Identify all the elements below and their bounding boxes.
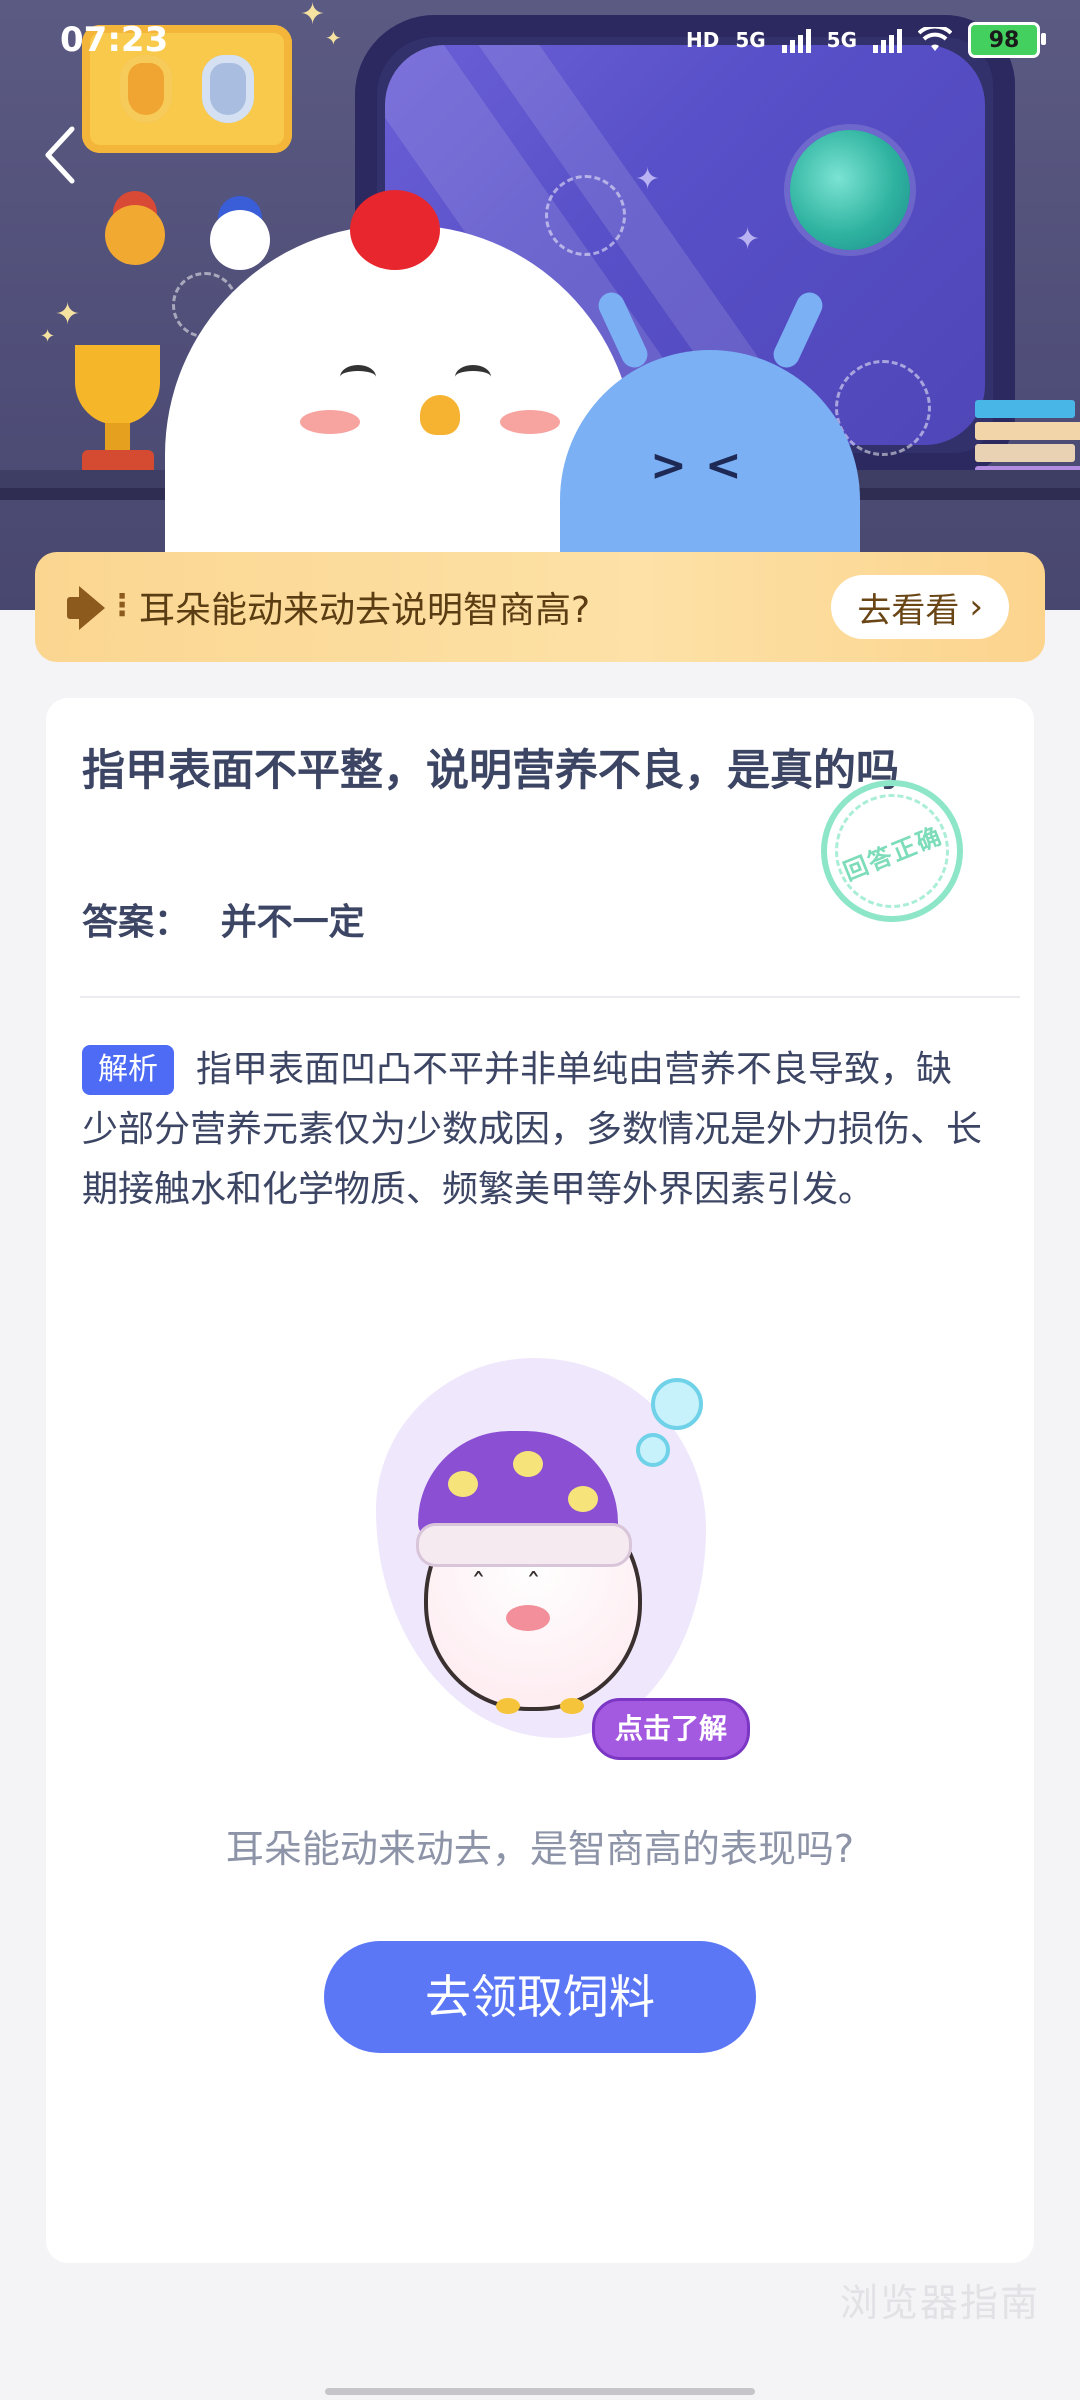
home-indicator[interactable]: [325, 2388, 755, 2395]
related-question[interactable]: 耳朵能动来动去，是智商高的表现吗?: [46, 1818, 1034, 1873]
status-time: 07:23: [60, 20, 169, 60]
header-illustration: ✦ ✦ ✦ ✦ ✦ ✦ ><: [0, 0, 1080, 610]
watermark: 浏览器指南: [839, 2281, 1040, 2325]
network-5g-1: 5G: [735, 28, 766, 52]
stamp-text: 回答正确: [839, 820, 947, 886]
answer-value: 并不一定: [220, 902, 365, 943]
analysis-tag: 解析: [82, 1045, 174, 1095]
trophy-illustration: [60, 345, 175, 485]
claim-feed-button[interactable]: 去领取饲料: [324, 1941, 756, 2053]
notice-text: 耳朵能动来动去说明智商高?: [139, 590, 591, 631]
signal-icon: [781, 27, 811, 53]
answer-label: 答案：: [82, 902, 191, 943]
answer-card: 指甲表面不平整，说明营养不良，是真的吗 回答正确 答案： 并不一定 解析 指甲表面…: [46, 698, 1034, 2263]
question-title: 指甲表面不平整，说明营养不良，是真的吗: [82, 746, 899, 796]
chevron-right-icon: ›: [969, 587, 983, 627]
megaphone-icon: ⋮: [67, 582, 137, 632]
analysis-text: 指甲表面凹凸不平并非单纯由营养不良导致，缺少部分营养元素仅为少数成因，多数情况是…: [82, 1049, 983, 1210]
hd-indicator: HD: [685, 28, 720, 52]
analysis-section: 解析 指甲表面凹凸不平并非单纯由营养不良导致，缺少部分营养元素仅为少数成因，多数情…: [82, 1040, 982, 1220]
planet-illustration: [790, 130, 910, 250]
learn-more-button[interactable]: 点击了解: [592, 1698, 751, 1760]
signal-icon-2: [873, 27, 902, 53]
chevron-left-icon: [45, 126, 75, 184]
back-button[interactable]: [30, 125, 90, 185]
notice-banner[interactable]: ⋮ 耳朵能动来动去说明智商高? 去看看 ›: [35, 552, 1045, 662]
battery-icon: 98: [968, 22, 1046, 58]
answer-row: 答案： 并不一定: [82, 893, 365, 945]
go-see-button[interactable]: 去看看 ›: [831, 575, 1009, 639]
status-bar: 07:23 HD 5G 5G 98: [0, 0, 1080, 90]
go-see-label: 去看看: [857, 590, 960, 631]
wifi-icon: [918, 27, 952, 51]
divider: [80, 996, 1020, 998]
network-5g-2: 5G: [826, 28, 857, 52]
